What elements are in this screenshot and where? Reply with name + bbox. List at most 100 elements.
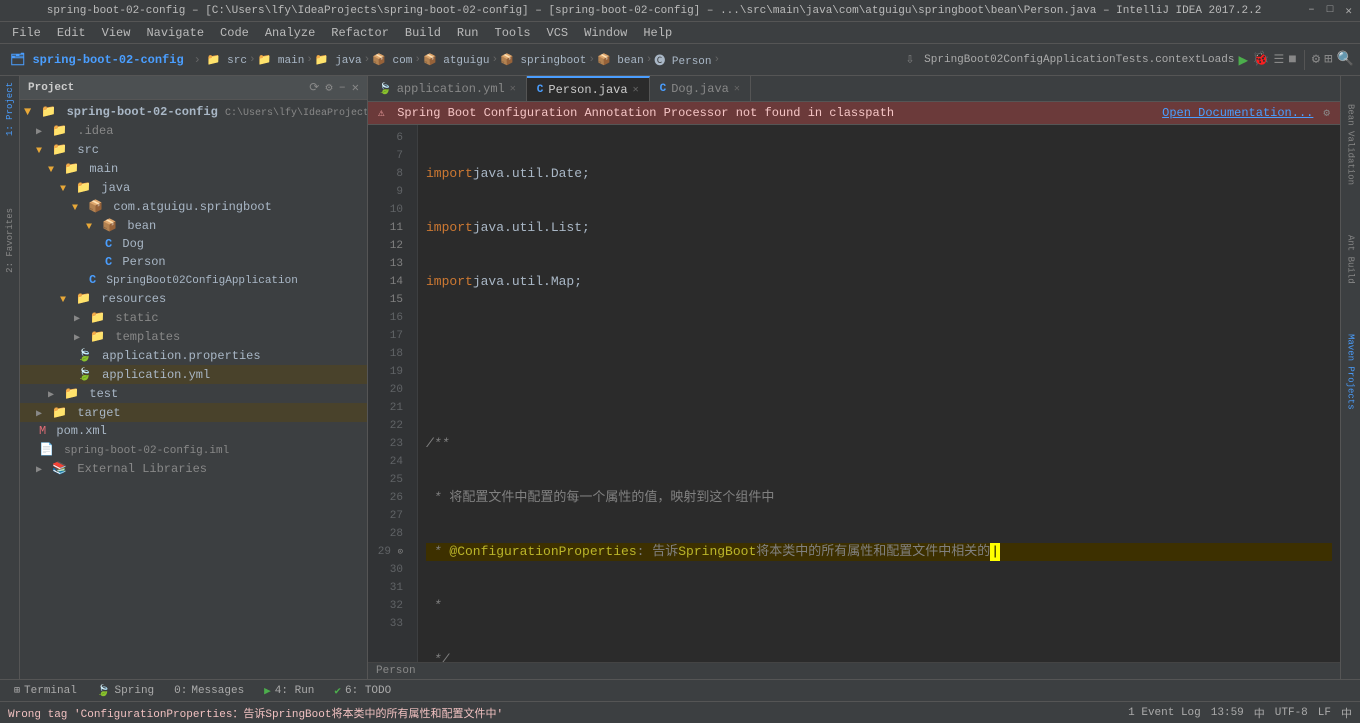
menu-navigate[interactable]: Navigate [138, 24, 212, 42]
breadcrumb-main[interactable]: 📁 main [258, 53, 305, 67]
tree-springboot-app[interactable]: C SpringBoot02ConfigApplication [20, 271, 367, 289]
tree-src[interactable]: ▼ 📁 src [20, 140, 367, 159]
tree-package-root[interactable]: ▼ 📦 com.atguigu.springboot [20, 197, 367, 216]
breadcrumb-bean[interactable]: 📦 bean [597, 53, 644, 67]
run-coverage-btn[interactable]: ☰ [1274, 52, 1285, 67]
todo-tab[interactable]: ✔ 6: TODO [326, 682, 399, 700]
menu-view[interactable]: View [94, 24, 139, 42]
menu-edit[interactable]: Edit [49, 24, 94, 42]
sidebar-icon-project[interactable]: 1: Project [3, 76, 17, 142]
breadcrumb-springboot[interactable]: 📦 springboot [500, 53, 586, 67]
menu-file[interactable]: File [4, 24, 49, 42]
tree-java[interactable]: ▼ 📁 java [20, 178, 367, 197]
tree-static[interactable]: ▶ 📁 static [20, 308, 367, 327]
menu-tools[interactable]: Tools [487, 24, 539, 42]
status-bar: Wrong tag 'ConfigurationProperties：告诉Spr… [0, 701, 1360, 723]
spring-label: Spring [115, 685, 155, 697]
window-controls[interactable]: – □ ✕ [1308, 4, 1352, 18]
tree-templates-label: templates [115, 330, 180, 344]
breadcrumb-atguigu[interactable]: 📦 atguigu [423, 53, 490, 67]
editor-footer: Person [368, 662, 1340, 679]
layout-btn[interactable]: ⊞ [1324, 51, 1332, 68]
menu-refactor[interactable]: Refactor [323, 24, 397, 42]
line-num-29: 29 ⊙ [368, 543, 409, 561]
project-hide-icon[interactable]: – [339, 80, 346, 95]
breadcrumb: 📁 src › 📁 main › 📁 java › 📦 com › 📦 atgu… [207, 52, 902, 68]
tree-src-label: src [77, 143, 99, 157]
open-documentation-link[interactable]: Open Documentation... [1162, 106, 1313, 120]
tab-yml-close[interactable]: ✕ [510, 83, 516, 95]
tab-person-close[interactable]: ✕ [633, 84, 639, 96]
code-content[interactable]: import java.util.Date; import java.util.… [418, 125, 1340, 662]
utf8-display[interactable]: UTF-8 [1275, 707, 1308, 719]
tree-ext-libs[interactable]: ▶ 📚 External Libraries [20, 459, 367, 478]
tree-test[interactable]: ▶ 📁 test [20, 384, 367, 403]
messages-tab[interactable]: 0: Messages [166, 683, 252, 699]
tree-iml[interactable]: 📄 spring-boot-02-config.iml [20, 440, 367, 459]
encoding-display[interactable]: 中 [1254, 705, 1265, 721]
project-panel: Project ⟳ ⚙ – ✕ ▼ 📁 spring-boot-02-confi… [20, 76, 368, 679]
breadcrumb-java[interactable]: 📁 java [315, 53, 362, 67]
debug-button[interactable]: 🐞 [1252, 51, 1269, 68]
menu-window[interactable]: Window [576, 24, 635, 42]
menu-build[interactable]: Build [397, 24, 449, 42]
tree-app-props[interactable]: 🍃 application.properties [20, 346, 367, 365]
menu-run[interactable]: Run [449, 24, 487, 42]
tree-pom[interactable]: M pom.xml [20, 422, 367, 440]
menu-analyze[interactable]: Analyze [257, 24, 323, 42]
spring-icon: 🍃 [97, 684, 111, 698]
tab-dog-java[interactable]: C Dog.java ✕ [650, 76, 751, 101]
settings-btn[interactable]: ⚙ [1312, 51, 1320, 68]
tab-dog-close[interactable]: ✕ [734, 83, 740, 95]
event-log-btn[interactable]: 1 Event Log [1128, 707, 1201, 719]
line-num-18: 18 [368, 345, 409, 363]
run-button[interactable]: ▶ [1238, 50, 1248, 70]
search-btn[interactable]: 🔍 [1337, 51, 1354, 68]
close-btn[interactable]: ✕ [1345, 4, 1352, 18]
right-icon-maven[interactable]: Maven Projects [1344, 330, 1358, 414]
menu-help[interactable]: Help [635, 24, 680, 42]
tab-person-java[interactable]: C Person.java ✕ [527, 76, 650, 101]
tree-templates[interactable]: ▶ 📁 templates [20, 327, 367, 346]
tree-root[interactable]: ▼ 📁 spring-boot-02-config C:\Users\lfy\I… [20, 102, 367, 121]
stop-button[interactable]: ■ [1288, 52, 1296, 68]
right-icon-bean-validation[interactable]: Bean Validation [1344, 100, 1358, 189]
line-num-28: 28 [368, 525, 409, 543]
messages-icon: 0: [174, 685, 187, 697]
warning-settings-icon[interactable]: ⚙ [1323, 106, 1330, 120]
tree-person[interactable]: C Person [20, 253, 367, 271]
sidebar-icon-favorites[interactable]: 2: Favorites [3, 202, 17, 279]
terminal-tab[interactable]: ⊞ Terminal [6, 683, 85, 699]
minimize-btn[interactable]: – [1308, 4, 1315, 18]
run-tab[interactable]: ▶ 4: Run [256, 682, 322, 700]
spring-tab[interactable]: 🍃 Spring [89, 682, 162, 700]
line-num-11: 11 [368, 219, 409, 237]
menu-vcs[interactable]: VCS [539, 24, 577, 42]
lf-display[interactable]: LF [1318, 707, 1331, 719]
tree-dog[interactable]: C Dog [20, 235, 367, 253]
menu-code[interactable]: Code [212, 24, 257, 42]
tree-idea[interactable]: ▶ 📁 .idea [20, 121, 367, 140]
tree-ext-libs-label: External Libraries [77, 462, 207, 476]
vcs-update-btn[interactable]: ⇩ [906, 51, 914, 68]
tree-resources[interactable]: ▼ 📁 resources [20, 289, 367, 308]
project-close-icon[interactable]: ✕ [352, 80, 359, 95]
breadcrumb-person[interactable]: 🅒 Person [654, 52, 711, 68]
warning-content: ⚠ Spring Boot Configuration Annotation P… [378, 106, 894, 120]
tree-app-yml[interactable]: 🍃 application.yml [20, 365, 367, 384]
tab-application-yml[interactable]: 🍃 application.yml ✕ [368, 76, 527, 101]
code-line-6: import java.util.Date; [426, 165, 1332, 183]
breadcrumb-src[interactable]: 📁 src [207, 53, 247, 67]
code-line-14: * [426, 597, 1332, 615]
project-sync-icon[interactable]: ⟳ [309, 80, 319, 95]
maximize-btn[interactable]: □ [1327, 4, 1334, 18]
right-icon-ant-build[interactable]: Ant Build [1344, 231, 1358, 288]
left-side-icons: 1: Project 2: Favorites [0, 76, 20, 679]
line-num-14: 14 [368, 273, 409, 291]
breadcrumb-com[interactable]: 📦 com [372, 53, 412, 67]
tree-main[interactable]: ▼ 📁 main [20, 159, 367, 178]
toolbar-project-name[interactable]: 🗂 spring-boot-02-config [6, 52, 188, 67]
tree-bean-package[interactable]: ▼ 📦 bean [20, 216, 367, 235]
tree-target[interactable]: ▶ 📁 target [20, 403, 367, 422]
project-gear-icon[interactable]: ⚙ [325, 80, 332, 95]
